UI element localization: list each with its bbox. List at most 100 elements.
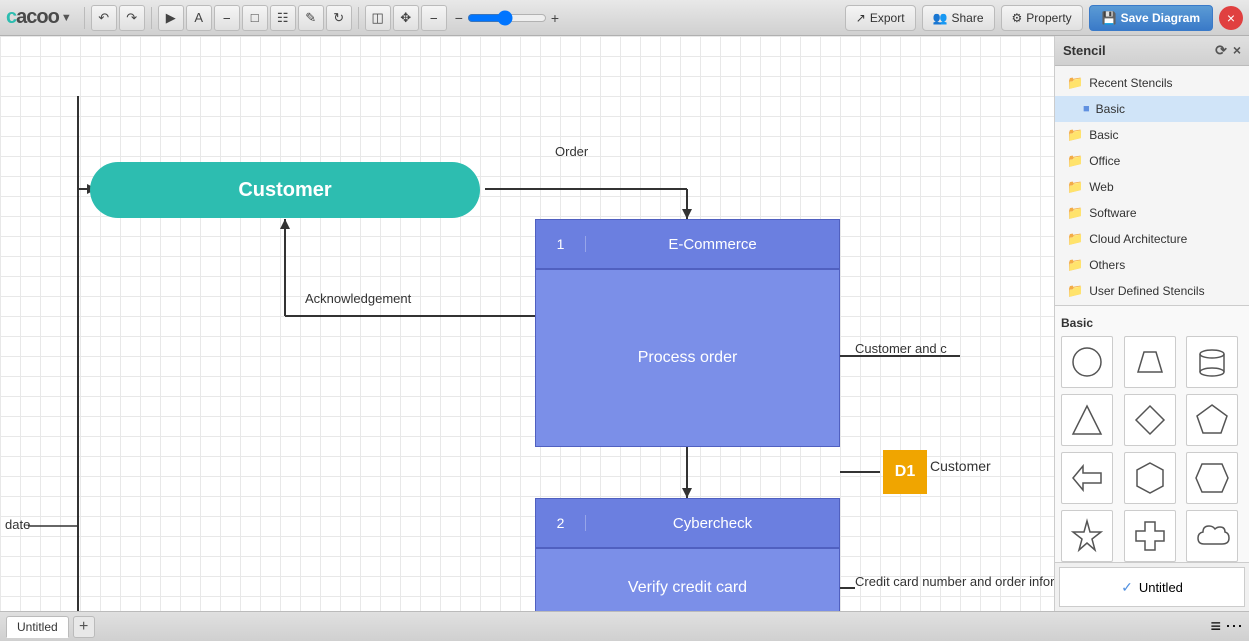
stencil-header: Stencil ⟳ × xyxy=(1055,36,1249,66)
basic-sub-icon: ■ xyxy=(1083,103,1090,115)
d1-badge[interactable]: D1 xyxy=(883,450,927,494)
folder-icon3: 📁 xyxy=(1067,153,1083,169)
stencil-item-others[interactable]: 📁 Others xyxy=(1055,252,1249,278)
line-button[interactable]: ⎯ xyxy=(214,5,240,31)
shapes-header: Basic xyxy=(1061,312,1243,336)
hamburger-icon[interactable]: ≡ xyxy=(1210,616,1221,637)
tab-add-button[interactable]: + xyxy=(73,616,95,638)
customer-and-label: Customer and c xyxy=(855,341,947,356)
property-label: Property xyxy=(1026,11,1071,25)
untitled-label: Untitled xyxy=(1139,580,1183,595)
stencil-refresh-icon[interactable]: ⟳ xyxy=(1215,42,1227,59)
folder-icon2: 📁 xyxy=(1067,127,1083,143)
dots-icon[interactable]: ⋯ xyxy=(1225,616,1243,637)
stencil-item-label: Web xyxy=(1089,180,1113,194)
share-icon: 👥 xyxy=(933,11,948,25)
stencil-item-basic[interactable]: 📁 Basic xyxy=(1055,122,1249,148)
stencil-item-basic-sub[interactable]: ■ Basic xyxy=(1055,96,1249,122)
process-order-label: Process order xyxy=(638,349,738,367)
ecommerce-box[interactable]: 1 E-Commerce xyxy=(535,219,840,269)
stencil-item-user-defined[interactable]: 📁 User Defined Stencils xyxy=(1055,278,1249,304)
pen-button[interactable]: ✎ xyxy=(298,5,324,31)
stencil-item-label: Cloud Architecture xyxy=(1089,232,1187,246)
grid-button[interactable]: ◫ xyxy=(365,5,391,31)
zoom-area: − + xyxy=(455,8,559,28)
save-label: Save Diagram xyxy=(1121,11,1200,25)
stencil-panel: Stencil ⟳ × 📁 Recent Stencils ■ Basic 📁 … xyxy=(1054,36,1249,611)
shape-cross[interactable] xyxy=(1124,510,1176,562)
shape-trapezoid[interactable] xyxy=(1124,336,1176,388)
share-label: Share xyxy=(952,11,984,25)
refresh-button[interactable]: ↻ xyxy=(326,5,352,31)
shape-diamond[interactable] xyxy=(1124,394,1176,446)
verify-box[interactable]: Verify credit card xyxy=(535,548,840,611)
stencil-item-office[interactable]: 📁 Office xyxy=(1055,148,1249,174)
redo-button[interactable]: ↷ xyxy=(119,5,145,31)
shape-arrow[interactable] xyxy=(1061,452,1113,504)
stencil-item-software[interactable]: 📁 Software xyxy=(1055,200,1249,226)
stencil-bottom: ✓ Untitled xyxy=(1055,562,1249,611)
stencil-item-recent[interactable]: 📁 Recent Stencils xyxy=(1055,70,1249,96)
shape-hexagon[interactable] xyxy=(1124,452,1176,504)
stencil-item-label: Recent Stencils xyxy=(1089,76,1172,90)
stencil-item-web[interactable]: 📁 Web xyxy=(1055,174,1249,200)
connections-button[interactable]: ⎯ xyxy=(421,5,447,31)
stencil-item-label: User Defined Stencils xyxy=(1089,284,1204,298)
stencil-title: Stencil xyxy=(1063,43,1106,58)
untitled-thumbnail[interactable]: ✓ Untitled xyxy=(1059,567,1245,607)
view-group: ◫ ✥ ⎯ xyxy=(365,5,447,31)
toolbar-right: ↗ Export 👥 Share ⚙ Property 💾 Save Diagr… xyxy=(845,5,1243,31)
shapes-button[interactable]: □ xyxy=(242,5,268,31)
zoom-in-icon[interactable]: + xyxy=(551,10,559,26)
property-icon: ⚙ xyxy=(1012,11,1023,25)
shapes-section: Basic xyxy=(1055,306,1249,562)
stencil-item-cloud[interactable]: 📁 Cloud Architecture xyxy=(1055,226,1249,252)
property-button[interactable]: ⚙ Property xyxy=(1001,5,1083,31)
stencil-item-label: Basic xyxy=(1089,128,1118,142)
shape-triangle[interactable] xyxy=(1061,394,1113,446)
shape-circle[interactable] xyxy=(1061,336,1113,388)
select-button[interactable]: ▶ xyxy=(158,5,184,31)
share-button[interactable]: 👥 Share xyxy=(922,5,995,31)
customer-shape[interactable]: Customer xyxy=(90,162,480,218)
process-order-box[interactable]: Process order xyxy=(535,269,840,447)
tab-untitled[interactable]: Untitled xyxy=(6,616,69,638)
logo-dropdown[interactable]: ▼ xyxy=(61,12,72,24)
stencil-close-icon[interactable]: × xyxy=(1233,42,1241,59)
canvas[interactable]: Customer Order Acknowledgement 1 E-Comme… xyxy=(0,36,1054,611)
folder-icon7: 📁 xyxy=(1067,257,1083,273)
export-button[interactable]: ↗ Export xyxy=(845,5,916,31)
bottombar: Untitled + ≡ ⋯ xyxy=(0,611,1249,641)
history-group: ↶ ↷ xyxy=(91,5,145,31)
cybercheck-title: Cybercheck xyxy=(586,515,839,532)
bottombar-right: ≡ ⋯ xyxy=(1210,616,1243,637)
shape-cylinder[interactable] xyxy=(1186,336,1238,388)
zoom-slider[interactable] xyxy=(467,8,547,28)
save-button[interactable]: 💾 Save Diagram xyxy=(1089,5,1213,31)
separator3 xyxy=(358,7,359,29)
zoom-out-icon[interactable]: − xyxy=(455,10,463,26)
export-icon: ↗ xyxy=(856,11,866,25)
close-button[interactable]: × xyxy=(1219,6,1243,30)
text-button[interactable]: A xyxy=(186,5,212,31)
ecommerce-number: 1 xyxy=(536,236,586,252)
folder-icon: 📁 xyxy=(1067,75,1083,91)
shape-heptagon[interactable] xyxy=(1186,452,1238,504)
separator2 xyxy=(151,7,152,29)
app-logo[interactable]: cacoo ▼ xyxy=(6,6,72,29)
shape-pentagon[interactable] xyxy=(1186,394,1238,446)
stencil-item-label: Basic xyxy=(1096,102,1125,116)
order-label: Order xyxy=(555,144,588,159)
stencil-item-label: Office xyxy=(1089,154,1120,168)
cybercheck-box[interactable]: 2 Cybercheck xyxy=(535,498,840,548)
export-label: Export xyxy=(870,11,905,25)
table-button[interactable]: ☷ xyxy=(270,5,296,31)
verify-label: Verify credit card xyxy=(628,579,747,597)
shape-star[interactable] xyxy=(1061,510,1113,562)
fit-button[interactable]: ✥ xyxy=(393,5,419,31)
stencil-tree: 📁 Recent Stencils ■ Basic 📁 Basic 📁 Offi… xyxy=(1055,66,1249,306)
shape-cloud[interactable] xyxy=(1186,510,1238,562)
folder-icon6: 📁 xyxy=(1067,231,1083,247)
folder-icon4: 📁 xyxy=(1067,179,1083,195)
undo-button[interactable]: ↶ xyxy=(91,5,117,31)
